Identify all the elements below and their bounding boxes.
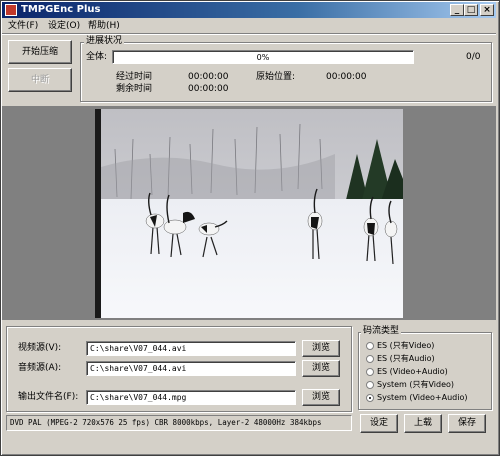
stream-type-option[interactable]: ES (只有Audio) [366, 353, 476, 365]
radio-button[interactable] [366, 368, 374, 376]
maximize-button[interactable]: □ [464, 4, 478, 16]
elapsed-time-value: 00:00:00 [188, 72, 229, 82]
close-button[interactable]: × [480, 4, 494, 16]
audio-source-label: 音频源(A): [18, 363, 62, 373]
menu-separator [2, 33, 496, 35]
stream-type-option[interactable]: System (只有Video) [366, 379, 476, 391]
stop-button[interactable]: 中断 [8, 68, 72, 92]
origin-position-label: 原始位置: [256, 72, 296, 82]
remaining-time-value: 00:00:00 [188, 84, 229, 94]
audio-browse-button[interactable]: 浏览 [302, 360, 340, 377]
minimize-button[interactable]: _ [450, 4, 464, 16]
output-file-label: 输出文件名(F): [18, 392, 79, 402]
radio-button[interactable] [366, 342, 374, 350]
stream-type-option[interactable]: ES (只有Video) [366, 340, 476, 352]
video-source-field[interactable]: C:\share\V07_044.avi [86, 341, 296, 356]
radio-button[interactable] [366, 355, 374, 363]
video-browse-button[interactable]: 浏览 [302, 340, 340, 357]
output-file-field[interactable]: C:\share\V07_044.mpg [86, 390, 296, 405]
progress-group-title: 进展状况 [84, 36, 125, 46]
save-button[interactable]: 保存 [448, 414, 486, 433]
remaining-time-label: 剩余时间 [116, 84, 153, 94]
stream-type-option-label: System (Video+Audio) [377, 393, 468, 402]
status-bar: DVD PAL (MPEG-2 720x576 25 fps) CBR 8000… [6, 415, 352, 431]
progress-count: 0/0 [466, 52, 481, 62]
video-source-label: 视频源(V): [18, 343, 62, 353]
output-browse-button[interactable]: 浏览 [302, 389, 340, 406]
stream-type-option-label: System (只有Video) [377, 380, 455, 389]
menu-bar: 文件(F) 设定(O) 帮助(H) [2, 19, 496, 33]
audio-source-field[interactable]: C:\share\V07_044.avi [86, 361, 296, 376]
stream-type-option[interactable]: ES (Video+Audio) [366, 366, 476, 378]
overall-label: 全体: [86, 52, 108, 62]
settings-button[interactable]: 设定 [360, 414, 398, 433]
app-icon [5, 4, 17, 16]
progress-percent: 0% [256, 53, 270, 62]
title-bar[interactable]: TMPGEnc Plus _ □ × [2, 2, 496, 18]
menu-help[interactable]: 帮助(H) [86, 20, 122, 32]
window-title: TMPGEnc Plus [21, 4, 101, 15]
menu-settings[interactable]: 设定(O) [46, 20, 82, 32]
video-preview [95, 109, 403, 318]
stream-type-option-label: ES (只有Video) [377, 341, 435, 350]
overall-progress-bar: 0% [112, 50, 414, 64]
load-button[interactable]: 上载 [404, 414, 442, 433]
stream-type-option-label: ES (Video+Audio) [377, 367, 448, 376]
radio-button[interactable] [366, 394, 374, 402]
start-encode-button[interactable]: 开始压缩 [8, 40, 72, 64]
stream-type-title: 码流类型 [361, 326, 402, 336]
stream-type-option[interactable]: System (Video+Audio) [366, 392, 476, 404]
stream-type-option-label: ES (只有Audio) [377, 354, 435, 363]
elapsed-time-label: 经过时间 [116, 72, 153, 82]
video-frame-image [95, 109, 403, 318]
origin-position-value: 00:00:00 [326, 72, 367, 82]
radio-button[interactable] [366, 381, 374, 389]
menu-file[interactable]: 文件(F) [6, 20, 40, 32]
